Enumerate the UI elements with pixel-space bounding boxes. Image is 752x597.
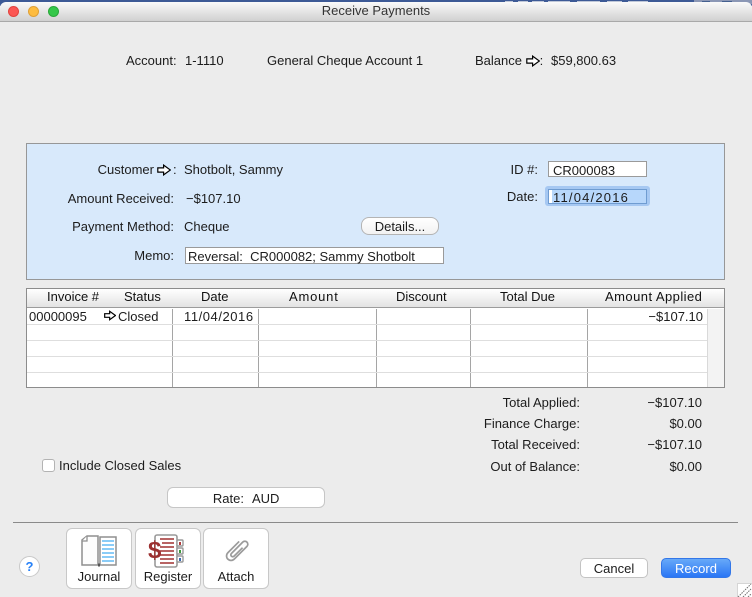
svg-text:$: $ bbox=[148, 537, 162, 564]
